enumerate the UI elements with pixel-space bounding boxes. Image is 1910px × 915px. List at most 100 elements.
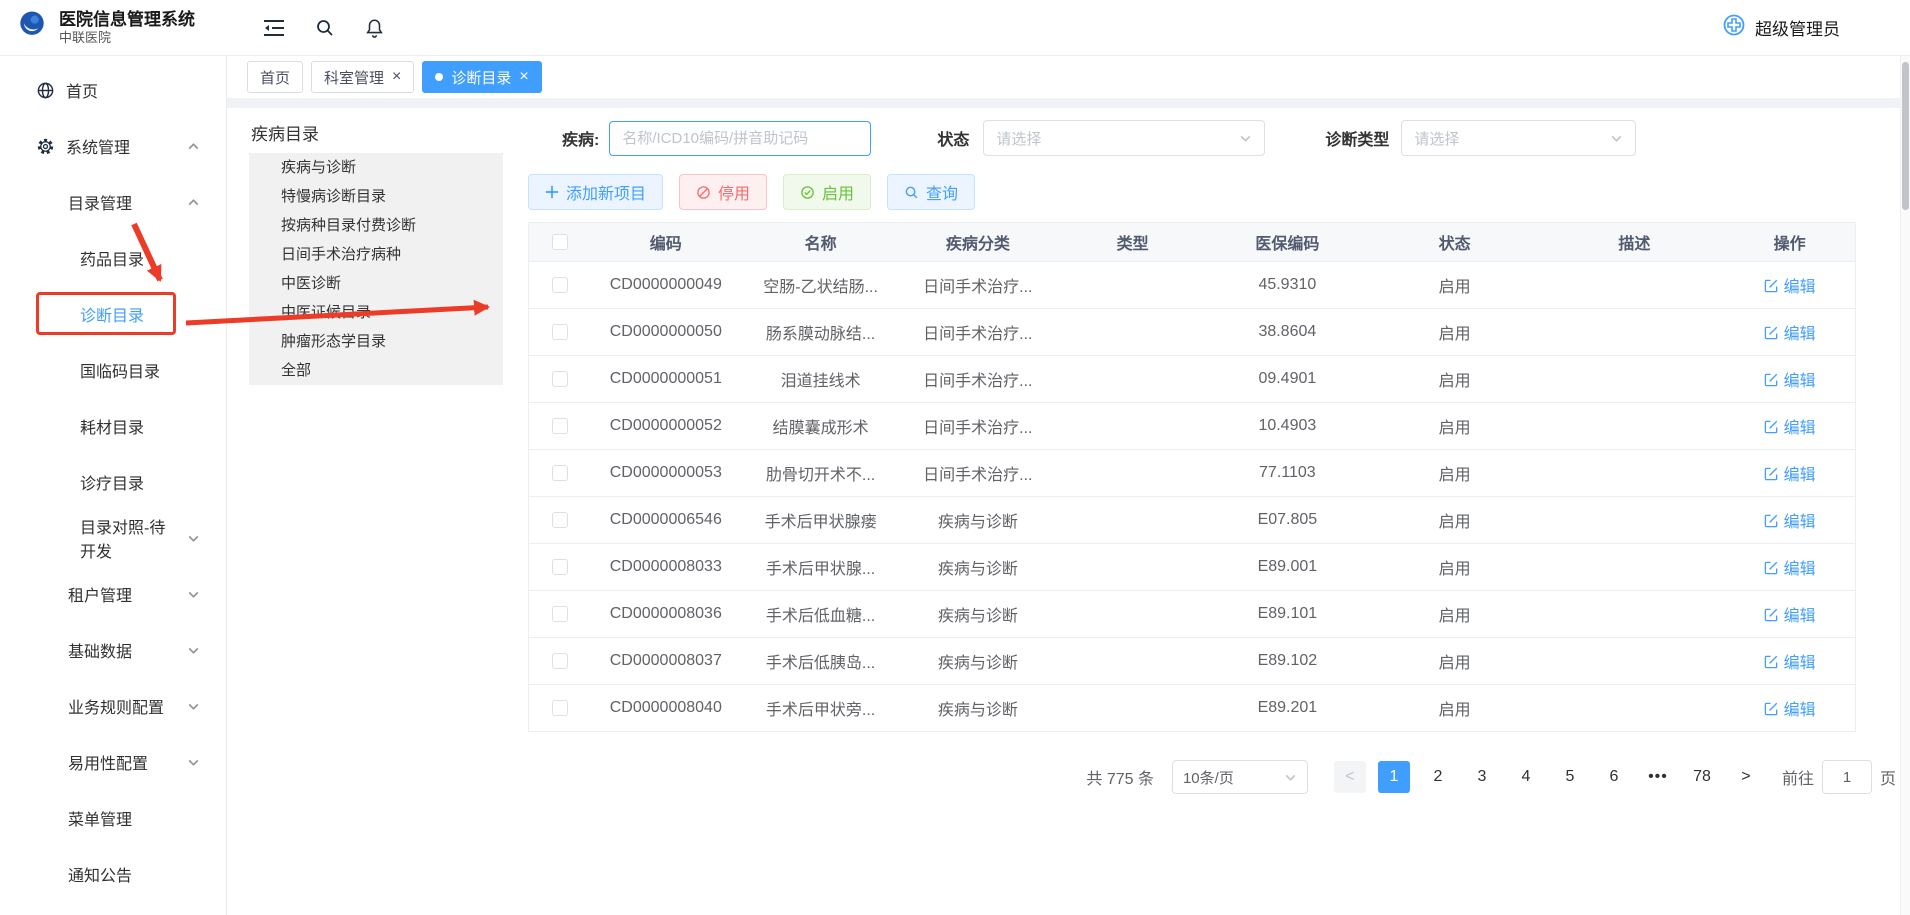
next-page-button[interactable]: > (1730, 761, 1762, 793)
bell-icon[interactable] (365, 18, 384, 38)
sidebar-item-label: 菜单管理 (68, 806, 132, 830)
chevron-up-icon (187, 140, 200, 153)
cell: 日间手术治疗... (900, 262, 1055, 308)
page-unit-label: 页 (1880, 765, 1896, 789)
collapse-menu-icon[interactable] (263, 19, 285, 37)
cell: CD0000000049 (591, 262, 741, 308)
edit-icon (1764, 654, 1779, 669)
sidebar-item-1[interactable]: 系统管理 (0, 118, 226, 174)
edit-button[interactable]: 编辑 (1764, 461, 1816, 485)
prev-page-button[interactable]: < (1334, 761, 1366, 793)
table-row: CD0000000051泪道挂线术日间手术治疗...09.4901启用编辑 (529, 356, 1855, 403)
sidebar-item-9[interactable]: 租户管理 (0, 566, 226, 622)
status-select[interactable]: 请选择 (983, 120, 1265, 156)
cell: 09.4901 (1210, 356, 1365, 402)
sidebar-item-10[interactable]: 基础数据 (0, 622, 226, 678)
tab-close-icon[interactable]: × (392, 69, 401, 85)
cell (1055, 356, 1210, 402)
edit-button[interactable]: 编辑 (1764, 273, 1816, 297)
row-checkbox[interactable] (552, 465, 568, 481)
sidebar-item-8[interactable]: 目录对照-待开发 (0, 510, 226, 566)
page-button-5[interactable]: 5 (1554, 761, 1586, 793)
sidebar-item-7[interactable]: 诊疗目录 (0, 454, 226, 510)
sidebar-item-6[interactable]: 耗材目录 (0, 398, 226, 454)
edit-button[interactable]: 编辑 (1764, 649, 1816, 673)
goto-page-input[interactable] (1822, 760, 1872, 794)
page-button-3[interactable]: 3 (1466, 761, 1498, 793)
row-checkbox[interactable] (552, 324, 568, 340)
tree-item-0[interactable]: 疾病与诊断 (249, 153, 503, 182)
edit-button[interactable]: 编辑 (1764, 602, 1816, 626)
search-icon[interactable] (315, 18, 335, 38)
row-checkbox[interactable] (552, 700, 568, 716)
row-checkbox[interactable] (552, 371, 568, 387)
tree-item-7[interactable]: 全部 (249, 356, 503, 385)
sidebar-item-2[interactable]: 目录管理 (0, 174, 226, 230)
sidebar-item-13[interactable]: 菜单管理 (0, 790, 226, 846)
cell: 手术后甲状旁... (741, 685, 901, 731)
edit-button[interactable]: 编辑 (1764, 414, 1816, 438)
scrollbar-thumb[interactable] (1902, 62, 1909, 210)
cell: CD0000006546 (591, 497, 741, 543)
sidebar-item-0[interactable]: 首页 (0, 62, 226, 118)
main-area: 首页科室管理×诊断目录× 疾病目录 疾病与诊断特慢病诊断目录按病种目录付费诊断日… (227, 56, 1910, 915)
query-button[interactable]: 查询 (887, 174, 975, 210)
sidebar-item-12[interactable]: 易用性配置 (0, 734, 226, 790)
table-row: CD0000000053肋骨切开术不...日间手术治疗...77.1103启用编… (529, 450, 1855, 497)
tree-item-5[interactable]: 中医证候目录 (249, 298, 503, 327)
edit-button[interactable]: 编辑 (1764, 367, 1816, 391)
cell: 结膜囊成形术 (741, 403, 901, 449)
edit-button[interactable]: 编辑 (1764, 555, 1816, 579)
edit-button[interactable]: 编辑 (1764, 320, 1816, 344)
goto-page: 前往 页 (1782, 760, 1896, 794)
page-size-select[interactable]: 10条/页 (1172, 760, 1308, 794)
tab-2[interactable]: 诊断目录× (422, 61, 541, 93)
check-circle-icon (800, 185, 815, 200)
disable-button[interactable]: 停用 (679, 174, 767, 210)
sidebar-item-14[interactable]: 通知公告 (0, 846, 226, 902)
page-button-2[interactable]: 2 (1422, 761, 1454, 793)
enable-button[interactable]: 启用 (783, 174, 871, 210)
tree-item-2[interactable]: 按病种目录付费诊断 (249, 211, 503, 240)
row-checkbox[interactable] (552, 277, 568, 293)
cell: E89.201 (1210, 685, 1365, 731)
cell: 疾病与诊断 (900, 591, 1055, 637)
row-checkbox[interactable] (552, 418, 568, 434)
edit-button[interactable]: 编辑 (1764, 696, 1816, 720)
page-button-6[interactable]: 6 (1598, 761, 1630, 793)
cell (1544, 591, 1724, 637)
column-header-7: 操作 (1724, 223, 1855, 261)
content: 疾病目录 疾病与诊断特慢病诊断目录按病种目录付费诊断日间手术治疗病种中医诊断中医… (227, 108, 1910, 915)
diagnosis-type-select[interactable]: 请选择 (1401, 120, 1636, 156)
tree-item-6[interactable]: 肿瘤形态学目录 (249, 327, 503, 356)
cell (1544, 685, 1724, 731)
row-checkbox[interactable] (552, 512, 568, 528)
cell (1544, 262, 1724, 308)
sidebar-item-4[interactable]: 诊断目录 (0, 286, 226, 342)
page-button-78[interactable]: 78 (1686, 761, 1718, 793)
cell: CD0000000052 (591, 403, 741, 449)
disease-search-input[interactable] (609, 121, 871, 156)
add-item-button[interactable]: 添加新项目 (528, 174, 663, 210)
cell (1055, 685, 1210, 731)
vertical-scrollbar[interactable] (1900, 56, 1910, 915)
tree-item-4[interactable]: 中医诊断 (249, 269, 503, 298)
user-area[interactable]: 超级管理员 (1722, 13, 1840, 42)
tree-item-1[interactable]: 特慢病诊断目录 (249, 182, 503, 211)
row-checkbox[interactable] (552, 653, 568, 669)
sidebar-item-3[interactable]: 药品目录 (0, 230, 226, 286)
edit-button[interactable]: 编辑 (1764, 508, 1816, 532)
tab-1[interactable]: 科室管理× (311, 61, 414, 93)
cell: 10.4903 (1210, 403, 1365, 449)
sidebar-item-11[interactable]: 业务规则配置 (0, 678, 226, 734)
sidebar-item-5[interactable]: 国临码目录 (0, 342, 226, 398)
select-all-checkbox[interactable] (552, 234, 568, 250)
row-checkbox[interactable] (552, 559, 568, 575)
row-checkbox[interactable] (552, 606, 568, 622)
tab-close-icon[interactable]: × (519, 69, 528, 85)
page-button-1[interactable]: 1 (1378, 761, 1410, 793)
tree-item-3[interactable]: 日间手术治疗病种 (249, 240, 503, 269)
cell (1544, 403, 1724, 449)
tab-0[interactable]: 首页 (247, 61, 303, 93)
page-button-4[interactable]: 4 (1510, 761, 1542, 793)
